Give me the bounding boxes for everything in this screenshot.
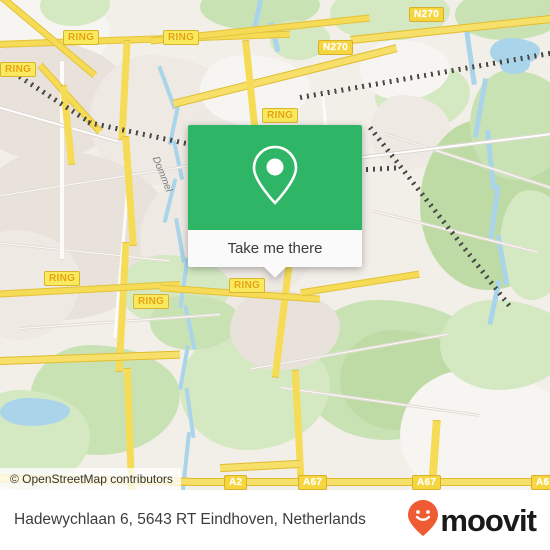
popup-tail bbox=[264, 267, 286, 278]
map-landuse bbox=[440, 300, 550, 390]
road-shield-ring: RING bbox=[229, 278, 266, 293]
road-shield-n270: N270 bbox=[409, 7, 445, 22]
road-shield-ring: RING bbox=[133, 294, 170, 309]
popup-action-bar[interactable]: Take me there bbox=[188, 230, 362, 267]
moovit-smiley-pin-icon bbox=[408, 499, 439, 541]
moovit-logo[interactable]: moovit bbox=[408, 499, 537, 541]
road-shield-ring: RING bbox=[63, 30, 100, 45]
take-me-there-label: Take me there bbox=[227, 240, 323, 257]
road-shield-ring: RING bbox=[44, 271, 81, 286]
road-shield-a67: A67 bbox=[412, 475, 442, 490]
road-shield-a67: A67 bbox=[298, 475, 328, 490]
take-me-there-popup[interactable]: Take me there bbox=[188, 125, 362, 278]
road-shield-ring: RING bbox=[163, 30, 200, 45]
road-shield-n270: N270 bbox=[318, 40, 354, 55]
osm-attribution[interactable]: © OpenStreetMap contributors bbox=[0, 468, 181, 490]
map-landuse bbox=[400, 370, 550, 490]
map-pin-icon bbox=[249, 142, 301, 213]
footer-bar: Hadewychlaan 6, 5643 RT Eindhoven, Nethe… bbox=[0, 490, 550, 550]
road-shield-a2: A2 bbox=[224, 475, 248, 490]
road-shield-ring: RING bbox=[0, 62, 37, 77]
road-shield-a67: A67 bbox=[531, 475, 550, 490]
moovit-map-screen: Dommel RING RING RING RING RING RING RING N270 N… bbox=[0, 0, 550, 550]
popup-header bbox=[188, 125, 362, 230]
moovit-wordmark: moovit bbox=[440, 502, 537, 538]
address-label: Hadewychlaan 6, 5643 RT Eindhoven, Nethe… bbox=[14, 511, 366, 528]
road-shield-ring: RING bbox=[262, 108, 299, 123]
